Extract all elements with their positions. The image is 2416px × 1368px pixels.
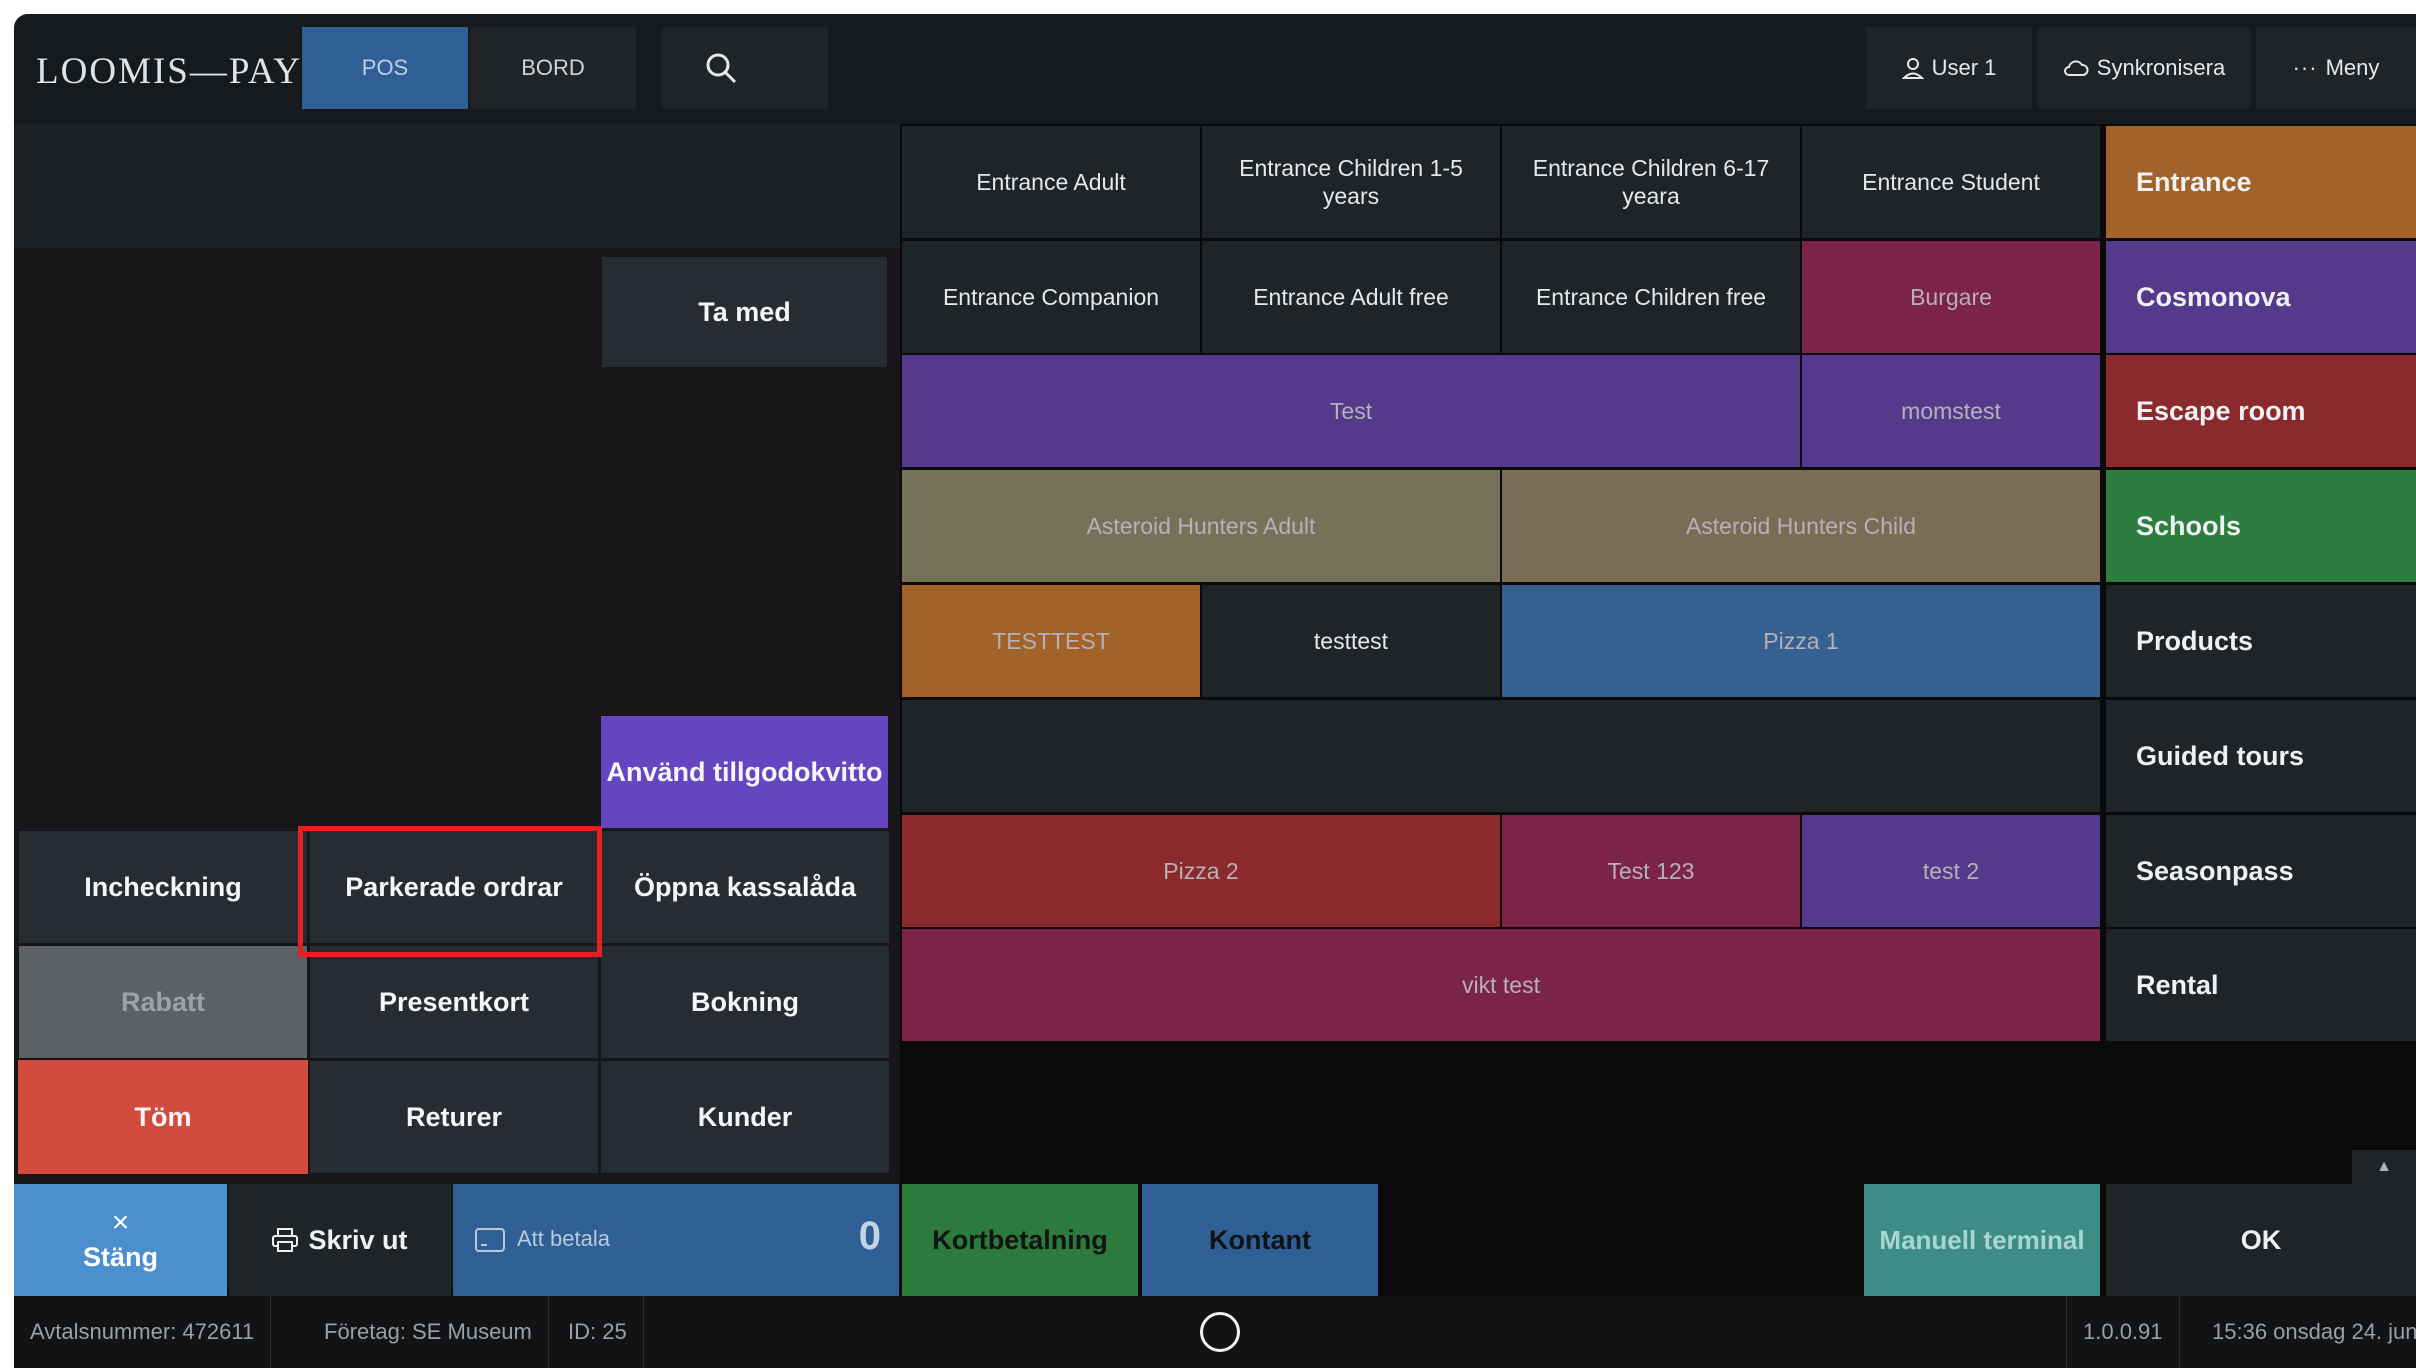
app-version: 1.0.0.91: [2066, 1296, 2180, 1368]
search-icon: [706, 53, 737, 84]
clear-button[interactable]: Töm: [18, 1060, 308, 1174]
highlight-box: [298, 826, 602, 957]
product-empty-row: [902, 700, 2100, 812]
product-test-123[interactable]: Test 123: [1502, 815, 1800, 927]
product-vikt-test[interactable]: vikt test: [902, 929, 2100, 1041]
close-icon: ×: [111, 1205, 130, 1239]
menu-button[interactable]: ··· Meny: [2256, 27, 2416, 109]
date-time: 15:36 onsdag 24. juni: [2212, 1319, 2416, 1344]
take-away-button[interactable]: Ta med: [601, 256, 888, 368]
checkin-button[interactable]: Incheckning: [18, 830, 308, 944]
product-entrance-children-free[interactable]: Entrance Children free: [1502, 241, 1800, 353]
user-label: User 1: [1931, 55, 1997, 80]
print-button[interactable]: Skriv ut: [229, 1184, 451, 1296]
tab-bord[interactable]: BORD: [470, 27, 636, 109]
product-entrance-companion[interactable]: Entrance Companion: [902, 241, 1200, 353]
close-label: Stäng: [82, 1241, 158, 1272]
open-cash-drawer-button[interactable]: Öppna kassalåda: [600, 830, 890, 944]
sync-label: Synkronisera: [2096, 55, 2226, 80]
product-burgare[interactable]: Burgare: [1802, 241, 2100, 353]
product-entrance-children-1-5[interactable]: Entrance Children 1-5 years: [1202, 126, 1500, 238]
close-button[interactable]: × Stäng: [14, 1184, 227, 1296]
category-escape-room[interactable]: Escape room: [2106, 355, 2416, 467]
product-entrance-children-6-17[interactable]: Entrance Children 6-17 yeara: [1502, 126, 1800, 238]
booking-button[interactable]: Bokning: [600, 945, 890, 1059]
category-cosmonova[interactable]: Cosmonova: [2106, 241, 2416, 353]
category-guided-tours[interactable]: Guided tours: [2106, 700, 2416, 812]
product-entrance-adult[interactable]: Entrance Adult: [902, 126, 1200, 238]
search-button[interactable]: [662, 27, 828, 109]
product-entrance-adult-free[interactable]: Entrance Adult free: [1202, 241, 1500, 353]
more-dots-icon: ···: [2292, 55, 2318, 80]
category-entrance[interactable]: Entrance: [2106, 126, 2416, 238]
amount-to-pay-label: Att betala: [517, 1226, 610, 1251]
product-test-2[interactable]: test 2: [1802, 815, 2100, 927]
gift-card-button[interactable]: Presentkort: [309, 945, 599, 1059]
user-icon: [1901, 58, 1924, 79]
category-schools[interactable]: Schools: [2106, 470, 2416, 582]
status-bar: Avtalsnummer: 472611 Företag: SE Museum …: [14, 1296, 2416, 1368]
customers-button[interactable]: Kunder: [600, 1060, 890, 1174]
home-circle-icon[interactable]: [1200, 1312, 1240, 1352]
user-button[interactable]: User 1: [1866, 27, 2032, 109]
printer-icon: [272, 1228, 299, 1252]
returns-button[interactable]: Returer: [309, 1060, 599, 1174]
print-label: Skriv ut: [308, 1224, 408, 1255]
use-credit-note-button[interactable]: Använd tillgodokvitto: [601, 716, 888, 828]
product-pizza-2[interactable]: Pizza 2: [902, 815, 1500, 927]
product-entrance-student[interactable]: Entrance Student: [1802, 126, 2100, 238]
order-header-area: [14, 124, 900, 248]
app-logo: LOOMIS—PAY: [36, 51, 303, 92]
cloud-icon: [2063, 60, 2089, 76]
manual-terminal-button[interactable]: Manuell terminal: [1864, 1184, 2100, 1296]
receipt-icon: [475, 1228, 505, 1252]
pos-screen: LOOMIS—PAY POS BORD User 1 Synkronisera …: [14, 14, 2416, 1368]
product-asteroid-hunters-child[interactable]: Asteroid Hunters Child: [1502, 470, 2100, 582]
product-testtest[interactable]: testtest: [1202, 585, 1500, 697]
ok-button[interactable]: OK: [2106, 1184, 2416, 1296]
scroll-up-icon[interactable]: ▲: [2352, 1150, 2416, 1184]
sync-button[interactable]: Synkronisera: [2038, 27, 2250, 109]
amount-to-pay-panel: Att betala 0: [453, 1184, 899, 1296]
card-payment-button[interactable]: Kortbetalning: [902, 1184, 1138, 1296]
product-test[interactable]: Test: [902, 355, 1800, 467]
category-seasonpass[interactable]: Seasonpass: [2106, 815, 2416, 927]
product-momstest[interactable]: momstest: [1802, 355, 2100, 467]
product-pizza-1[interactable]: Pizza 1: [1502, 585, 2100, 697]
category-products[interactable]: Products: [2106, 585, 2416, 697]
menu-label: Meny: [2325, 55, 2380, 80]
agreement-number: Avtalsnummer: 472611: [14, 1296, 272, 1368]
cash-button[interactable]: Kontant: [1142, 1184, 1378, 1296]
product-asteroid-hunters-adult[interactable]: Asteroid Hunters Adult: [902, 470, 1500, 582]
device-id: ID: 25: [552, 1296, 644, 1368]
category-rental[interactable]: Rental: [2106, 929, 2416, 1041]
amount-to-pay-value: 0: [858, 1214, 881, 1258]
company-name: Företag: SE Museum: [308, 1296, 549, 1368]
tab-pos[interactable]: POS: [302, 27, 468, 109]
product-testtest-upper[interactable]: TESTTEST: [902, 585, 1200, 697]
discount-button[interactable]: Rabatt: [18, 945, 308, 1059]
